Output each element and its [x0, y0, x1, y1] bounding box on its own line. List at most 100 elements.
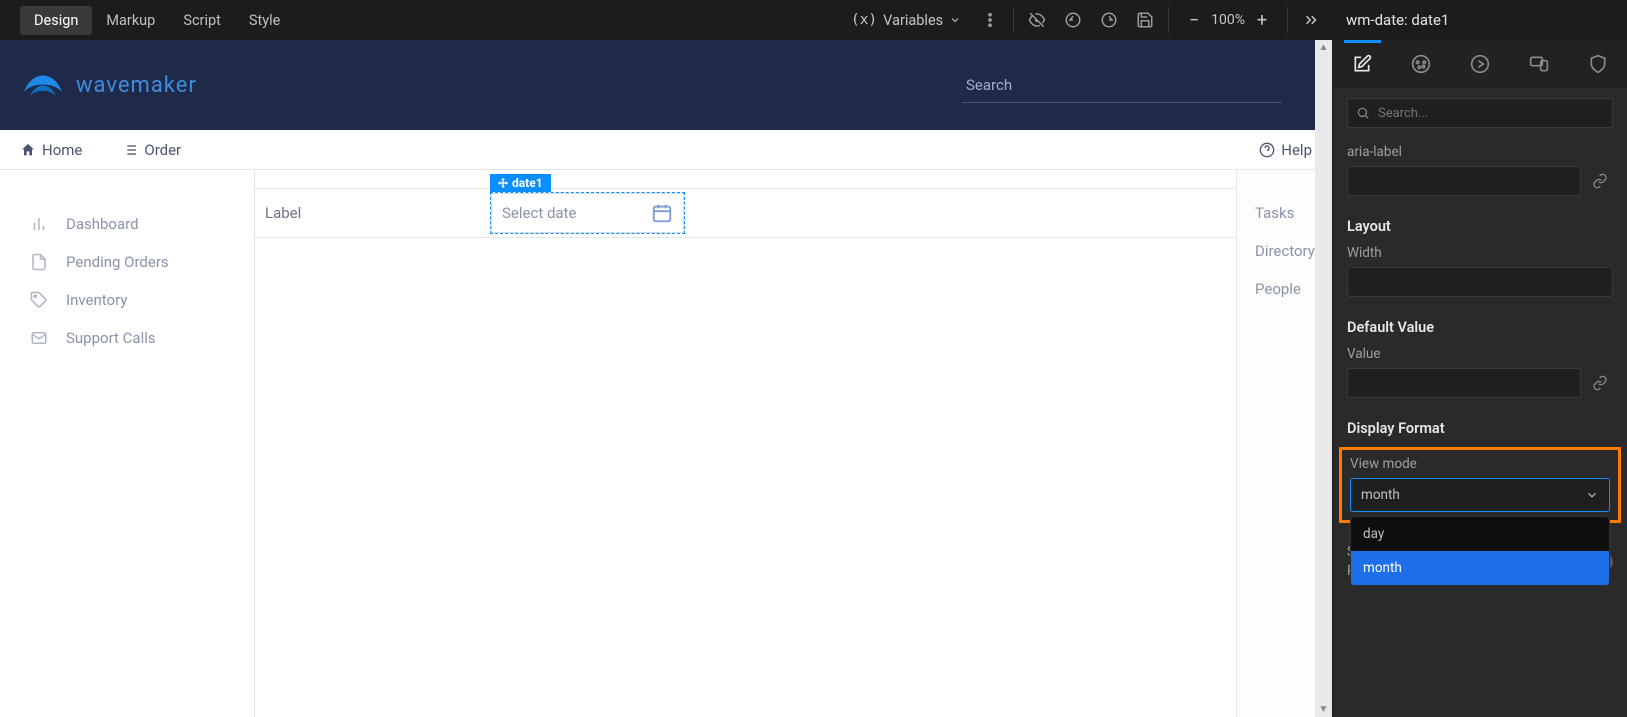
prop-tab-style[interactable]: [1392, 40, 1451, 88]
divider: [1168, 7, 1169, 33]
sidebar-item-support-calls[interactable]: Support Calls: [0, 319, 254, 357]
properties-search-input[interactable]: [1378, 106, 1604, 121]
widget-tag-name: date1: [512, 176, 543, 190]
properties-search: [1333, 88, 1627, 138]
prop-tab-events[interactable]: [1451, 40, 1510, 88]
top-bar: Design Markup Script Style (x) Variables…: [0, 0, 1627, 40]
tab-script[interactable]: Script: [169, 6, 235, 35]
nav-help-label: Help: [1281, 141, 1312, 159]
date-widget[interactable]: date1 Select date: [490, 192, 685, 234]
nav-home[interactable]: Home: [20, 141, 82, 159]
scroll-down-icon[interactable]: ▼: [1319, 702, 1329, 717]
left-sidebar: Dashboard Pending Orders Inventory Suppo…: [0, 170, 255, 717]
expand-panel-button[interactable]: [1298, 7, 1324, 33]
list-icon: [122, 142, 138, 158]
sidebar-item-label: Support Calls: [66, 329, 156, 347]
brand-text: wavemaker: [76, 73, 197, 98]
view-mode-option-month[interactable]: month: [1351, 551, 1609, 585]
properties-title: wm-date: date1: [1332, 0, 1627, 40]
tab-design[interactable]: Design: [20, 6, 92, 35]
home-icon: [20, 142, 36, 158]
divider: [1287, 7, 1288, 33]
scroll-up-icon[interactable]: ▲: [1319, 40, 1329, 55]
nav-order-label: Order: [144, 141, 181, 159]
zoom-group: − 100% +: [1179, 9, 1277, 31]
save-button[interactable]: [1132, 7, 1158, 33]
section-display-format: Display Format: [1347, 420, 1613, 437]
visibility-off-icon[interactable]: [1024, 7, 1050, 33]
properties-title-name: date1: [1411, 11, 1449, 29]
date-input[interactable]: Select date: [491, 193, 684, 233]
wavemaker-logo-icon: [20, 62, 66, 108]
search-icon: [1356, 106, 1370, 120]
sidebar-item-dashboard[interactable]: Dashboard: [0, 205, 254, 243]
center-canvas[interactable]: Label date1 Select date: [255, 170, 1236, 717]
design-canvas: wavemaker Home Order Help: [0, 40, 1332, 717]
value-input[interactable]: [1347, 368, 1581, 398]
divider: [1013, 7, 1014, 33]
page-header: wavemaker: [0, 40, 1332, 130]
sidebar-item-inventory[interactable]: Inventory: [0, 281, 254, 319]
prop-tab-security[interactable]: [1568, 40, 1627, 88]
calendar-icon: [651, 202, 673, 224]
redo-button[interactable]: [1096, 7, 1122, 33]
form-row: Label date1 Select date: [255, 188, 1236, 238]
zoom-percent: 100%: [1211, 12, 1245, 28]
view-mode-highlight: View mode month day month: [1339, 447, 1621, 523]
view-mode-option-day[interactable]: day: [1351, 517, 1609, 551]
properties-tabs: [1333, 40, 1627, 88]
properties-title-prefix: wm-date:: [1346, 11, 1408, 29]
zoom-out-button[interactable]: −: [1183, 9, 1205, 31]
properties-body: aria-label Layout Width Default Value Va…: [1333, 138, 1627, 717]
view-mode-label: View mode: [1350, 456, 1610, 472]
help-icon: [1259, 142, 1275, 158]
brand-logo[interactable]: wavemaker: [20, 62, 197, 108]
prop-tab-properties[interactable]: [1333, 40, 1392, 88]
nav-help[interactable]: Help: [1259, 141, 1312, 159]
bind-aria-label-button[interactable]: [1587, 166, 1613, 196]
undo-button[interactable]: [1060, 7, 1086, 33]
bind-value-button[interactable]: [1587, 368, 1613, 398]
nav-home-label: Home: [42, 141, 82, 159]
value-label: Value: [1347, 346, 1613, 362]
view-mode-dropdown: day month: [1350, 516, 1610, 586]
file-icon: [30, 253, 48, 271]
nav-order[interactable]: Order: [122, 141, 181, 159]
page-search-input[interactable]: [962, 68, 1282, 103]
aria-label-input[interactable]: [1347, 166, 1581, 196]
chevron-down-icon: [1585, 488, 1599, 502]
properties-panel: aria-label Layout Width Default Value Va…: [1332, 40, 1627, 717]
section-default-value: Default Value: [1347, 319, 1613, 336]
topbar-tabs: Design Markup Script Style: [0, 6, 294, 35]
view-mode-select-display[interactable]: month: [1350, 478, 1610, 512]
tag-icon: [30, 291, 48, 309]
zoom-in-button[interactable]: +: [1251, 9, 1273, 31]
view-mode-selected-value: month: [1361, 487, 1400, 503]
form-label: Label: [255, 204, 490, 222]
date-input-placeholder: Select date: [502, 204, 576, 222]
page-search: [962, 68, 1282, 103]
page-nav: Home Order Help: [0, 130, 1332, 170]
canvas-scrollbar[interactable]: ▲ ▼: [1315, 40, 1332, 717]
aria-label-label: aria-label: [1347, 144, 1613, 160]
sidebar-item-label: Dashboard: [66, 215, 139, 233]
more-menu-button[interactable]: [977, 7, 1003, 33]
sidebar-item-label: Pending Orders: [66, 253, 169, 271]
widget-selection-tag[interactable]: date1: [490, 174, 551, 192]
tab-style[interactable]: Style: [235, 6, 294, 35]
width-label: Width: [1347, 245, 1613, 261]
sidebar-item-pending-orders[interactable]: Pending Orders: [0, 243, 254, 281]
tab-markup[interactable]: Markup: [92, 6, 169, 35]
variables-button[interactable]: (x) Variables: [845, 8, 967, 33]
variables-icon: (x): [851, 12, 877, 28]
section-layout: Layout: [1347, 218, 1613, 235]
move-icon: [498, 178, 508, 188]
chevron-down-icon: [949, 14, 961, 26]
variables-label: Variables: [883, 12, 943, 29]
sidebar-item-label: Inventory: [66, 291, 127, 309]
prop-tab-device[interactable]: [1509, 40, 1568, 88]
view-mode-select[interactable]: month day month: [1350, 478, 1610, 512]
width-input[interactable]: [1347, 267, 1613, 297]
mail-icon: [30, 329, 48, 347]
page-body: Dashboard Pending Orders Inventory Suppo…: [0, 170, 1332, 717]
